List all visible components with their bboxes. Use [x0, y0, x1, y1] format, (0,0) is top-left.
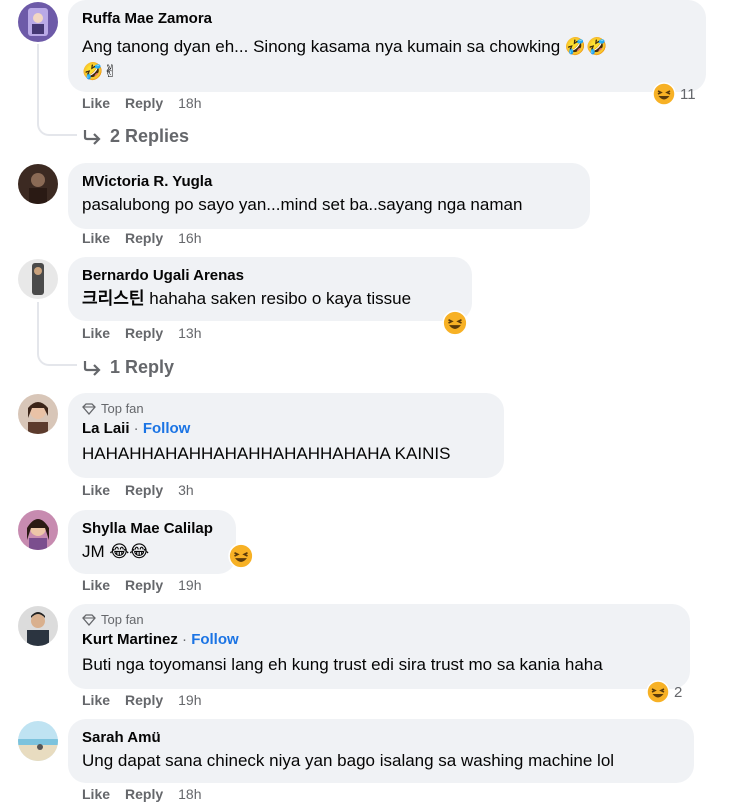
comment-bubble: MVictoria R. Yugla pasalubong po sayo ya… — [68, 163, 590, 229]
avatar[interactable] — [18, 606, 58, 646]
reaction-summary[interactable] — [228, 543, 254, 569]
top-fan-badge: Top fan — [82, 401, 490, 416]
like-button[interactable]: Like — [82, 482, 110, 498]
comment-text: 🤣✌ — [82, 62, 118, 81]
comment-timestamp[interactable]: 3h — [178, 482, 194, 498]
like-button[interactable]: Like — [82, 577, 110, 593]
reply-button[interactable]: Reply — [125, 577, 163, 593]
comment-bubble: Ruffa Mae Zamora Ang tanong dyan eh... S… — [68, 0, 706, 92]
comment-actions: Like Reply 18h — [82, 95, 202, 111]
diamond-icon — [82, 402, 96, 415]
reply-button[interactable]: Reply — [125, 230, 163, 246]
replies-count: 2 Replies — [110, 126, 190, 146]
comment-bubble: Top fan Kurt Martinez · Follow Buti nga … — [68, 604, 690, 689]
comment-actions: Like Reply 13h — [82, 325, 202, 341]
follow-button[interactable]: Follow — [191, 631, 239, 648]
comment-timestamp[interactable]: 19h — [178, 692, 201, 708]
avatar[interactable] — [18, 164, 58, 204]
like-button[interactable]: Like — [82, 95, 110, 111]
comment-bubble: Shylla Mae Calilap JM 😂😂 — [68, 510, 236, 574]
comment-timestamp[interactable]: 16h — [178, 230, 201, 246]
avatar[interactable] — [18, 721, 58, 761]
comment-timestamp[interactable]: 19h — [178, 577, 201, 593]
comment-timestamp[interactable]: 18h — [178, 95, 201, 111]
comment-text: Buti nga toyomansi lang eh kung trust ed… — [82, 655, 603, 674]
follow-button[interactable]: Follow — [143, 420, 191, 437]
reaction-summary[interactable]: 2 — [646, 680, 682, 704]
reply-button[interactable]: Reply — [125, 95, 163, 111]
comment-actions: Like Reply 16h — [82, 230, 202, 246]
comment-actions: Like Reply 19h — [82, 692, 202, 708]
reaction-summary[interactable]: 11 — [652, 82, 696, 106]
reaction-count: 2 — [674, 683, 683, 701]
view-replies-button[interactable]: 2 Replies — [82, 126, 189, 147]
comment-text: 크리스틴 hahaha saken resibo o kaya tissue — [82, 289, 412, 308]
avatar[interactable] — [18, 394, 58, 434]
comment-text: JM 😂😂 — [82, 542, 150, 561]
comment-author[interactable]: Shylla Mae Calilap — [82, 519, 222, 539]
reply-button[interactable]: Reply — [125, 692, 163, 708]
comment-timestamp[interactable]: 13h — [178, 325, 201, 341]
comment-text: HAHAHHAHAHHAHAHHAHAHHAHAHA KAINIS — [82, 444, 451, 463]
thread-line — [37, 302, 39, 342]
comment-text: Ung dapat sana chineck niya yan bago isa… — [82, 751, 615, 770]
comment-author[interactable]: Bernardo Ugali Arenas — [82, 266, 458, 286]
haha-reaction-icon — [646, 680, 670, 704]
like-button[interactable]: Like — [82, 692, 110, 708]
comment-author[interactable]: MVictoria R. Yugla — [82, 172, 576, 192]
avatar[interactable] — [18, 2, 58, 42]
top-fan-badge: Top fan — [82, 612, 676, 627]
reply-button[interactable]: Reply — [125, 325, 163, 341]
comment-actions: Like Reply 3h — [82, 482, 194, 498]
comment-author[interactable]: Kurt Martinez — [82, 631, 178, 648]
reaction-summary[interactable] — [442, 310, 468, 336]
comment-author[interactable]: Ruffa Mae Zamora — [82, 9, 692, 29]
comment-actions: Like Reply 19h — [82, 577, 202, 593]
comment-bubble: Bernardo Ugali Arenas 크리스틴 hahaha saken … — [68, 257, 472, 321]
like-button[interactable]: Like — [82, 230, 110, 246]
view-replies-button[interactable]: 1 Reply — [82, 357, 174, 378]
avatar[interactable] — [18, 510, 58, 550]
haha-reaction-icon — [442, 310, 468, 336]
thread-line — [37, 44, 39, 114]
comment-author[interactable]: Sarah Amü — [82, 728, 680, 748]
comment-text: Ang tanong dyan eh... Sinong kasama nya … — [82, 37, 608, 56]
mention-tag[interactable]: 크리스틴 — [82, 289, 145, 308]
reply-button[interactable]: Reply — [125, 482, 163, 498]
diamond-icon — [82, 613, 96, 626]
haha-reaction-icon — [228, 543, 254, 569]
comment-bubble: Sarah Amü Ung dapat sana chineck niya ya… — [68, 719, 694, 783]
reaction-count: 11 — [680, 85, 696, 103]
like-button[interactable]: Like — [82, 325, 110, 341]
reply-arrow-icon — [83, 129, 101, 145]
comment-author[interactable]: La Laii — [82, 420, 130, 437]
replies-count: 1 Reply — [110, 357, 175, 377]
comment-text: pasalubong po sayo yan...mind set ba..sa… — [82, 195, 523, 214]
haha-reaction-icon — [652, 82, 676, 106]
thread-connector — [37, 340, 77, 366]
thread-connector — [37, 112, 77, 136]
reply-arrow-icon — [83, 360, 101, 376]
avatar[interactable] — [18, 259, 58, 299]
comment-bubble: Top fan La Laii · Follow HAHAHHAHAHHAHAH… — [68, 393, 504, 478]
